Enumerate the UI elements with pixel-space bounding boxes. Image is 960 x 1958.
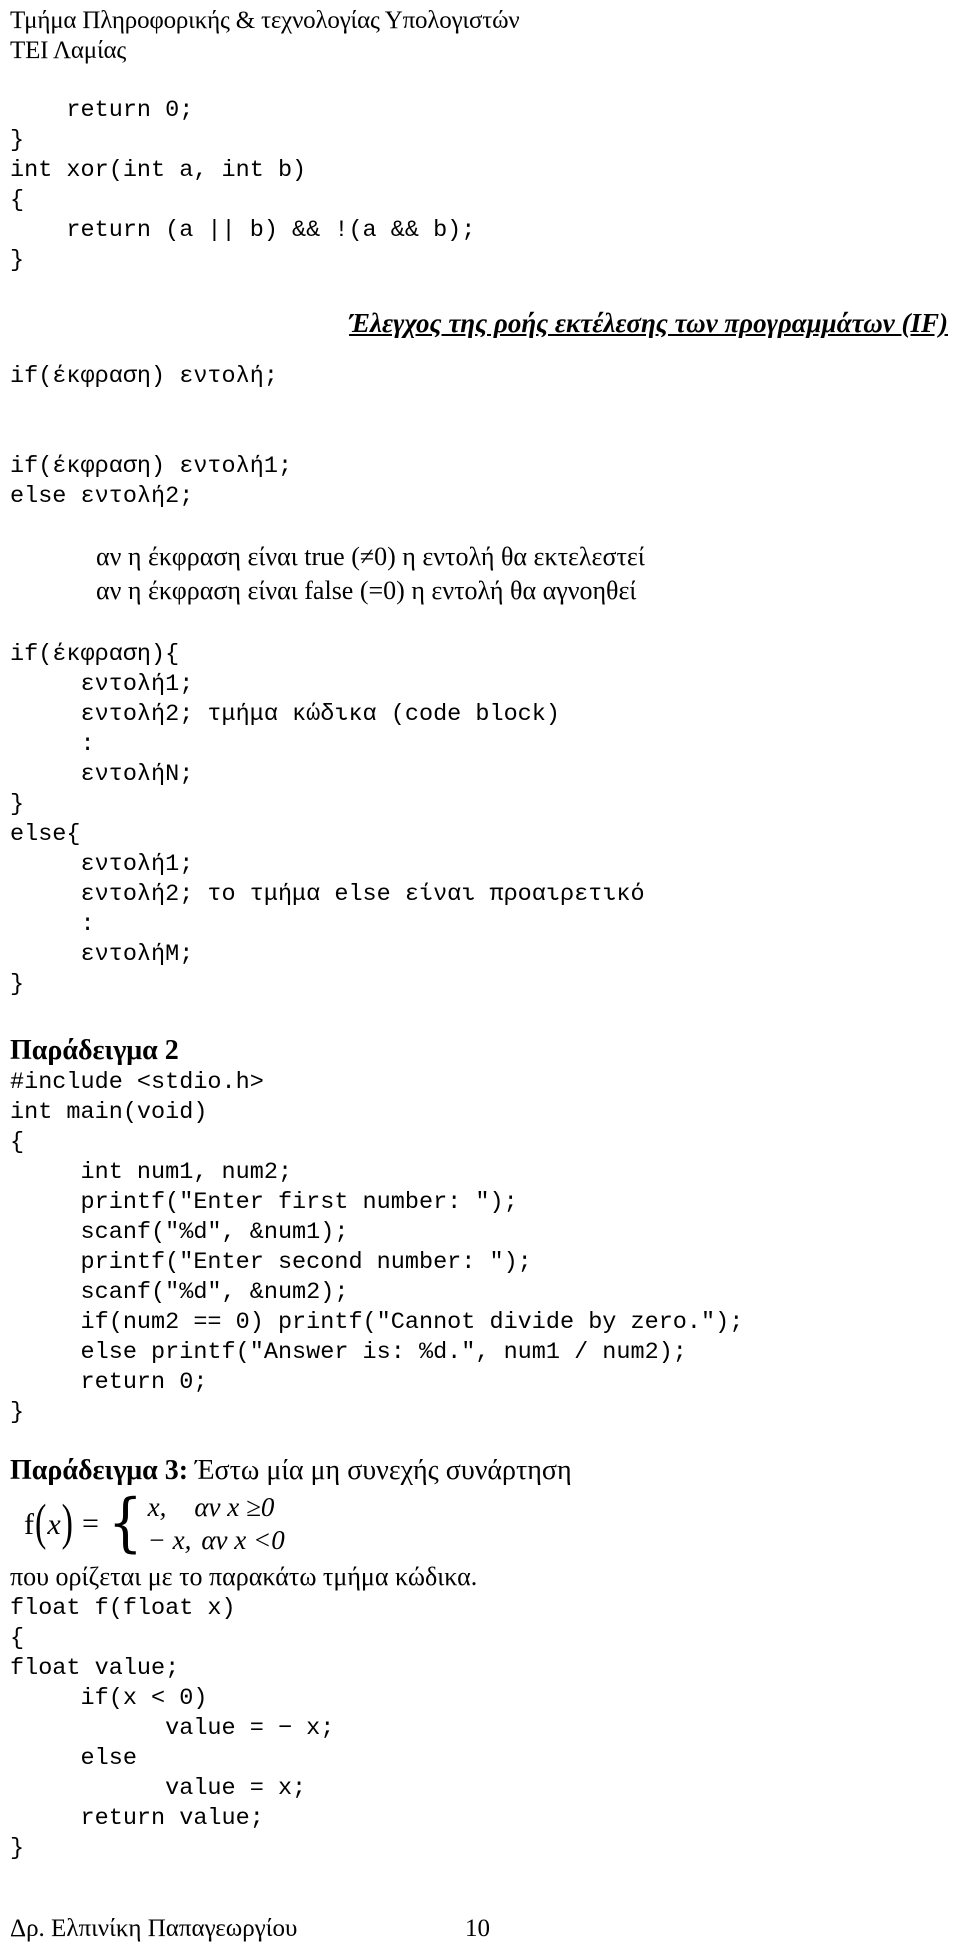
code-line: printf("Enter first number: ");	[10, 1189, 518, 1216]
code-line: εντολήΝ;	[10, 761, 194, 788]
code-line: }	[10, 247, 25, 274]
code-line: if(έκφραση){	[10, 641, 180, 668]
code-line: scanf("%d", &num2);	[10, 1279, 349, 1306]
code-line: value = − x;	[10, 1715, 335, 1742]
example-2-heading: Παράδειγμα 2	[10, 1035, 179, 1066]
code-line: if(x < 0)	[10, 1685, 208, 1712]
document-footer: Δρ. Ελπινίκη Παπαγεωργίου 10	[10, 1912, 950, 1952]
code-line: εντολή1;	[10, 671, 194, 698]
formula-f: f	[24, 1508, 34, 1541]
header-line-institution: ΤΕΙ Λαμίας	[10, 37, 127, 64]
code-line: int num1, num2;	[10, 1159, 293, 1186]
code-line: else printf("Answer is: %d.", num1 / num…	[10, 1339, 687, 1366]
example-3-note: που ορίζεται με το παρακάτω τμήμα κώδικα…	[10, 1562, 478, 1591]
code-line: εντολήΜ;	[10, 941, 194, 968]
code-line: float f(float x)	[10, 1595, 236, 1622]
code-block-if-else-full: if(έκφραση){ εντολή1; εντολή2; τμήμα κώδ…	[10, 640, 950, 1000]
code-line: if(έκφραση) εντολή1;	[10, 453, 293, 480]
code-line: }	[10, 971, 25, 998]
code-block-xor: return 0;} int xor(int a, int b) { return …	[10, 96, 950, 276]
formula-cases: x, αν x ≥0 − x, αν x <0	[148, 1491, 285, 1557]
semantics-line-false: αν η έκφραση είναι false (=0) η εντολή θ…	[96, 576, 637, 605]
code-line: float value;	[10, 1655, 180, 1682]
section-heading-if: Έλεγχος της ροής εκτέλεσης των προγραμμά…	[349, 308, 948, 338]
code-line: }	[10, 791, 25, 818]
example-3-heading: Παράδειγμα 3: Έστω μία μη συνεχής συνάρτ…	[10, 1454, 950, 1488]
code-line: int xor(int a, int b)	[10, 157, 307, 184]
formula-case-1-condition: αν x ≥0	[194, 1492, 275, 1522]
code-block-example-3: float f(float x){float value; if(x < 0) …	[10, 1594, 950, 1864]
formula-case-2-value: − x,	[147, 1525, 192, 1555]
code-line: εντολή1;	[10, 851, 194, 878]
code-line: {	[10, 1129, 25, 1156]
piecewise-formula: f(x) = { x, αν x ≥0 − x, αν x <0	[10, 1488, 950, 1560]
code-line-if-simple: if(έκφραση) εντολή;	[10, 363, 278, 390]
code-line: return value;	[10, 1805, 264, 1832]
footer-author: Δρ. Ελπινίκη Παπαγεωργίου	[10, 1915, 298, 1942]
code-line: printf("Enter second number: ");	[10, 1249, 532, 1276]
formula-case-2-condition: αν x <0	[201, 1525, 285, 1555]
code-line: else εντολή2;	[10, 483, 194, 510]
document-header: Τμήμα Πληροφορικής & τεχνολογίας Υπολογι…	[10, 0, 950, 66]
code-block-example-2: #include <stdio.h> int main(void) { int nu…	[10, 1068, 950, 1428]
code-line: return (a || b) && !(a && b);	[10, 217, 476, 244]
formula-lhs: f(x)	[24, 1496, 74, 1552]
code-line: }	[10, 1399, 25, 1426]
code-line: {	[10, 1625, 25, 1652]
header-line-department: Τμήμα Πληροφορικής & τεχνολογίας Υπολογι…	[10, 7, 520, 34]
semantics-line-true: αν η έκφραση είναι true (≠0) η εντολή θα…	[96, 542, 645, 571]
formula-equals: =	[81, 1507, 99, 1540]
formula-variable: x	[47, 1508, 61, 1541]
formula-case-1-value: x,	[147, 1492, 167, 1522]
code-line: value = x;	[10, 1775, 307, 1802]
code-line: }	[10, 127, 25, 154]
code-line: scanf("%d", &num1);	[10, 1219, 349, 1246]
semantics-text: αν η έκφραση είναι true (≠0) η εντολή θα…	[10, 540, 950, 608]
code-line: εντολή2; τμήμα κώδικα (code block)	[10, 701, 561, 728]
formula-close-paren: )	[61, 1495, 73, 1552]
footer-page-number: 10	[465, 1915, 490, 1942]
code-line: if(num2 == 0) printf("Cannot divide by z…	[10, 1309, 744, 1336]
formula-open-paren: (	[35, 1495, 47, 1552]
document-page: Τμήμα Πληροφορικής & τεχνολογίας Υπολογι…	[0, 0, 960, 1958]
code-line: else	[10, 1745, 137, 1772]
example-3-heading-tail: Έστω μία μη συνεχής συνάρτηση	[188, 1455, 572, 1486]
code-line: int main(void)	[10, 1099, 208, 1126]
code-block-if-else-simple: if(έκφραση) εντολή1; else εντολή2;	[10, 452, 950, 512]
formula-brace: {	[107, 1486, 143, 1561]
formula-case-1: x, αν x ≥0	[148, 1491, 285, 1524]
code-line: #include <stdio.h>	[10, 1069, 264, 1096]
code-line: εντολή2; το τμήμα else είναι προαιρετικό	[10, 881, 645, 908]
code-line: :	[10, 911, 95, 938]
example-3-heading-bold: Παράδειγμα 3:	[10, 1455, 189, 1486]
code-line: }	[10, 1835, 25, 1862]
code-line: return 0;	[10, 97, 194, 124]
code-line: {	[10, 187, 25, 214]
code-line: else{	[10, 821, 81, 848]
formula-case-2: − x, αν x <0	[148, 1524, 285, 1557]
code-line: return 0;	[10, 1369, 208, 1396]
code-line: :	[10, 731, 95, 758]
